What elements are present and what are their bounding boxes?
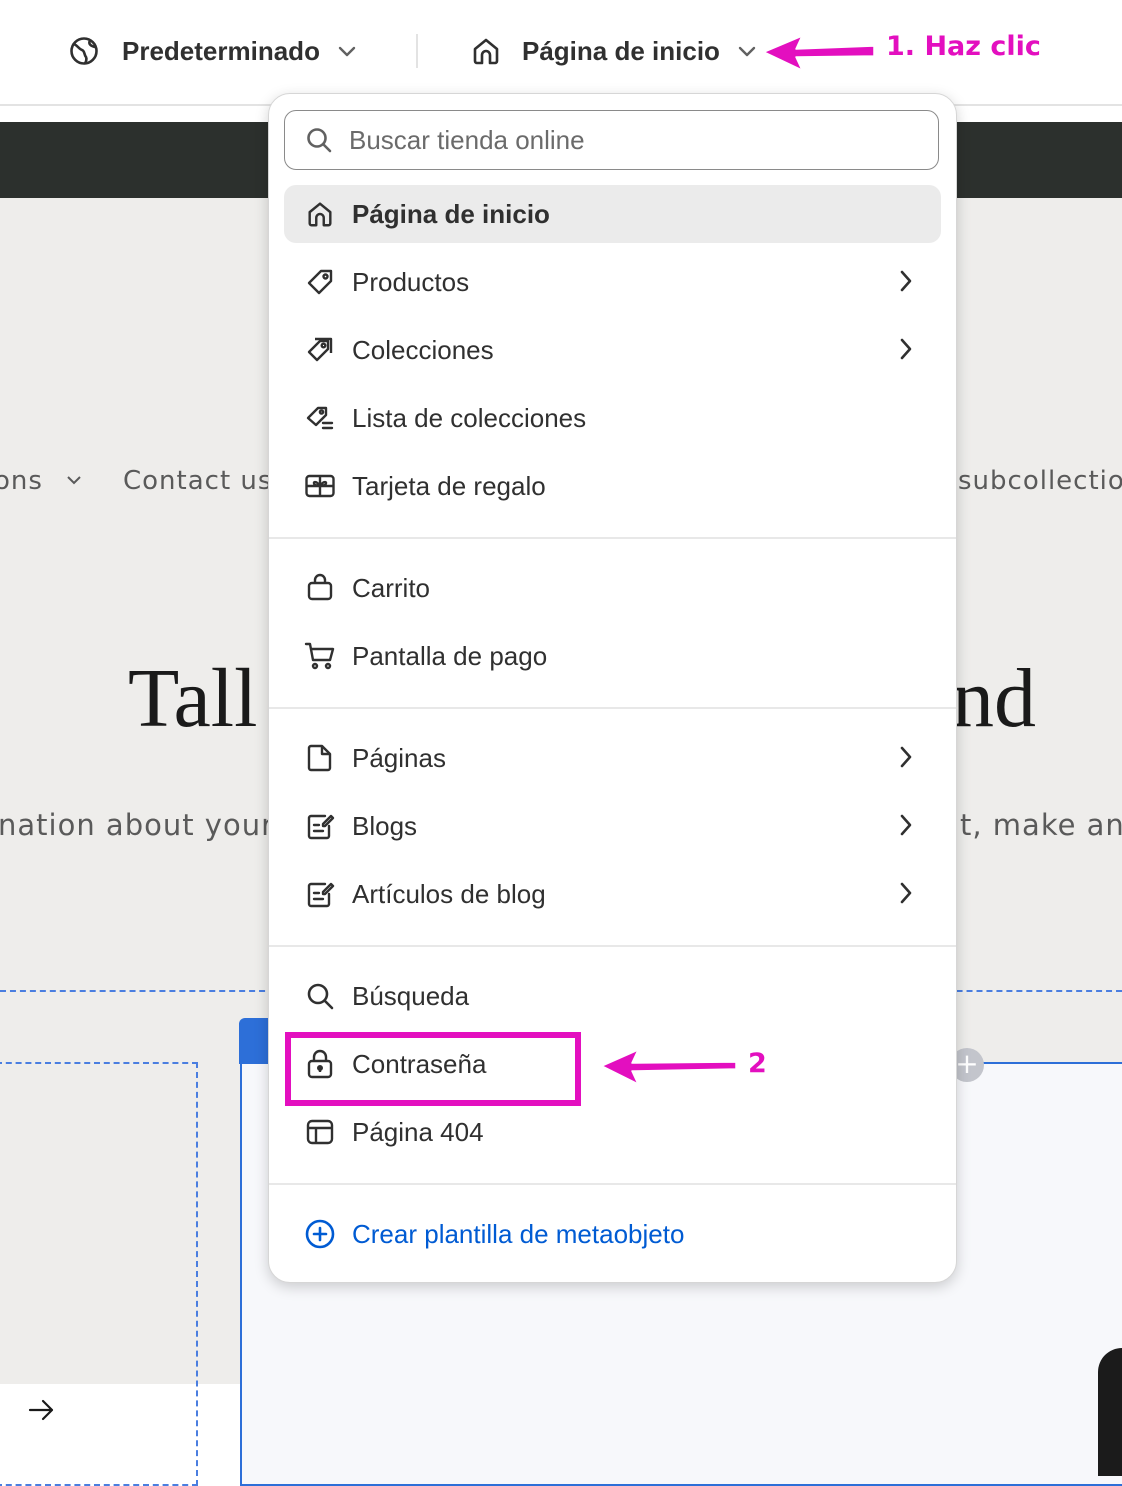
menu-item-carrito[interactable]: Carrito — [284, 559, 941, 617]
menu-item-label: Búsqueda — [352, 980, 470, 1011]
menu-item-articulos-de-blog[interactable]: Artículos de blog — [284, 865, 941, 923]
tag-icon — [304, 266, 336, 298]
chevron-right-icon — [895, 268, 917, 299]
menu-item-colecciones[interactable]: Colecciones — [284, 321, 941, 379]
menu-divider — [269, 707, 956, 709]
collection-list-icon — [304, 402, 336, 434]
nav-contact-link[interactable]: Contact us — [123, 466, 272, 496]
menu-divider — [269, 537, 956, 539]
hero-heading-left: Tall — [128, 652, 258, 745]
topbar-divider — [416, 34, 418, 68]
chevron-down-icon — [336, 40, 358, 62]
home-icon — [304, 198, 336, 230]
bag-icon — [304, 572, 336, 604]
theme-selector[interactable]: Predeterminado — [68, 30, 358, 72]
gift-card-icon — [304, 470, 336, 502]
menu-item-label: Página 404 — [352, 1116, 484, 1147]
search-icon — [305, 126, 333, 154]
menu-item-label: Productos — [352, 266, 470, 297]
search-field[interactable] — [284, 110, 939, 170]
menu-item-pantalla-de-pago[interactable]: Pantalla de pago — [284, 627, 941, 685]
chevron-right-icon — [895, 336, 917, 367]
menu-item-pagina-de-inicio[interactable]: Página de inicio — [284, 185, 941, 243]
menu-item-label: Pantalla de pago — [352, 640, 548, 671]
menu-divider — [269, 1183, 956, 1185]
annotation-step-1: 1. Haz clic — [886, 31, 1041, 62]
nav-subcollection-link[interactable]: subcollection — [958, 466, 1122, 496]
annotation-arrow-icon — [601, 1049, 737, 1085]
theme-label: Predeterminado — [122, 35, 320, 66]
chevron-right-icon — [895, 880, 917, 911]
chevron-down-icon — [736, 40, 758, 62]
globe-icon — [68, 35, 100, 67]
menu-item-lista-de-colecciones[interactable]: Lista de colecciones — [284, 389, 941, 447]
menu-item-busqueda[interactable]: Búsqueda — [284, 967, 941, 1025]
search-input[interactable] — [347, 123, 911, 157]
nav-collections-label: ons — [0, 466, 43, 496]
menu-item-label: Páginas — [352, 742, 446, 773]
hero-subtext-right: t, make ann — [960, 808, 1122, 842]
nav-collections-link[interactable]: ons — [0, 466, 84, 497]
chevron-right-icon — [895, 812, 917, 843]
not-found-page-icon — [304, 1116, 336, 1148]
blog-icon — [304, 810, 336, 842]
menu-item-label: Carrito — [352, 572, 431, 603]
tags-icon — [304, 334, 336, 366]
annotation-arrow-icon — [763, 35, 875, 71]
menu-item-label: Artículos de blog — [352, 878, 546, 909]
menu-divider — [269, 945, 956, 947]
annotation-step-2: 2 — [748, 1048, 767, 1079]
page-template-label: Página de inicio — [522, 35, 720, 66]
menu-item-tarjeta-de-regalo[interactable]: Tarjeta de regalo — [284, 457, 941, 515]
menu-item-label: Página de inicio — [352, 198, 550, 229]
block-handle[interactable] — [239, 1018, 269, 1064]
menu-item-label: Blogs — [352, 810, 418, 841]
menu-item-productos[interactable]: Productos — [284, 253, 941, 311]
menu-item-blogs[interactable]: Blogs — [284, 797, 941, 855]
create-template-label: Crear plantilla de metaobjeto — [352, 1218, 685, 1249]
annotation-highlight-box — [285, 1032, 581, 1106]
blog-post-icon — [304, 878, 336, 910]
home-icon — [470, 35, 502, 67]
hero-image-edge — [1098, 1348, 1122, 1476]
menu-item-paginas[interactable]: Páginas — [284, 729, 941, 787]
page-template-selector[interactable]: Página de inicio — [470, 30, 758, 72]
cart-icon — [304, 640, 336, 672]
chevron-down-icon — [64, 467, 84, 497]
plus-circle-icon — [304, 1218, 336, 1250]
hero-subtext-left: nation about your — [0, 808, 275, 842]
menu-item-label: Colecciones — [352, 334, 494, 365]
menu-item-pagina-404[interactable]: Página 404 — [284, 1103, 941, 1161]
create-metaobject-template-button[interactable]: Crear plantilla de metaobjeto — [284, 1205, 941, 1263]
search-icon — [304, 980, 336, 1012]
menu-item-label: Lista de colecciones — [352, 402, 587, 433]
page-icon — [304, 742, 336, 774]
chevron-right-icon — [895, 744, 917, 775]
menu-item-label: Tarjeta de regalo — [352, 470, 546, 501]
arrow-right-icon[interactable] — [28, 1398, 56, 1427]
hero-heading-right: nd — [952, 652, 1036, 745]
